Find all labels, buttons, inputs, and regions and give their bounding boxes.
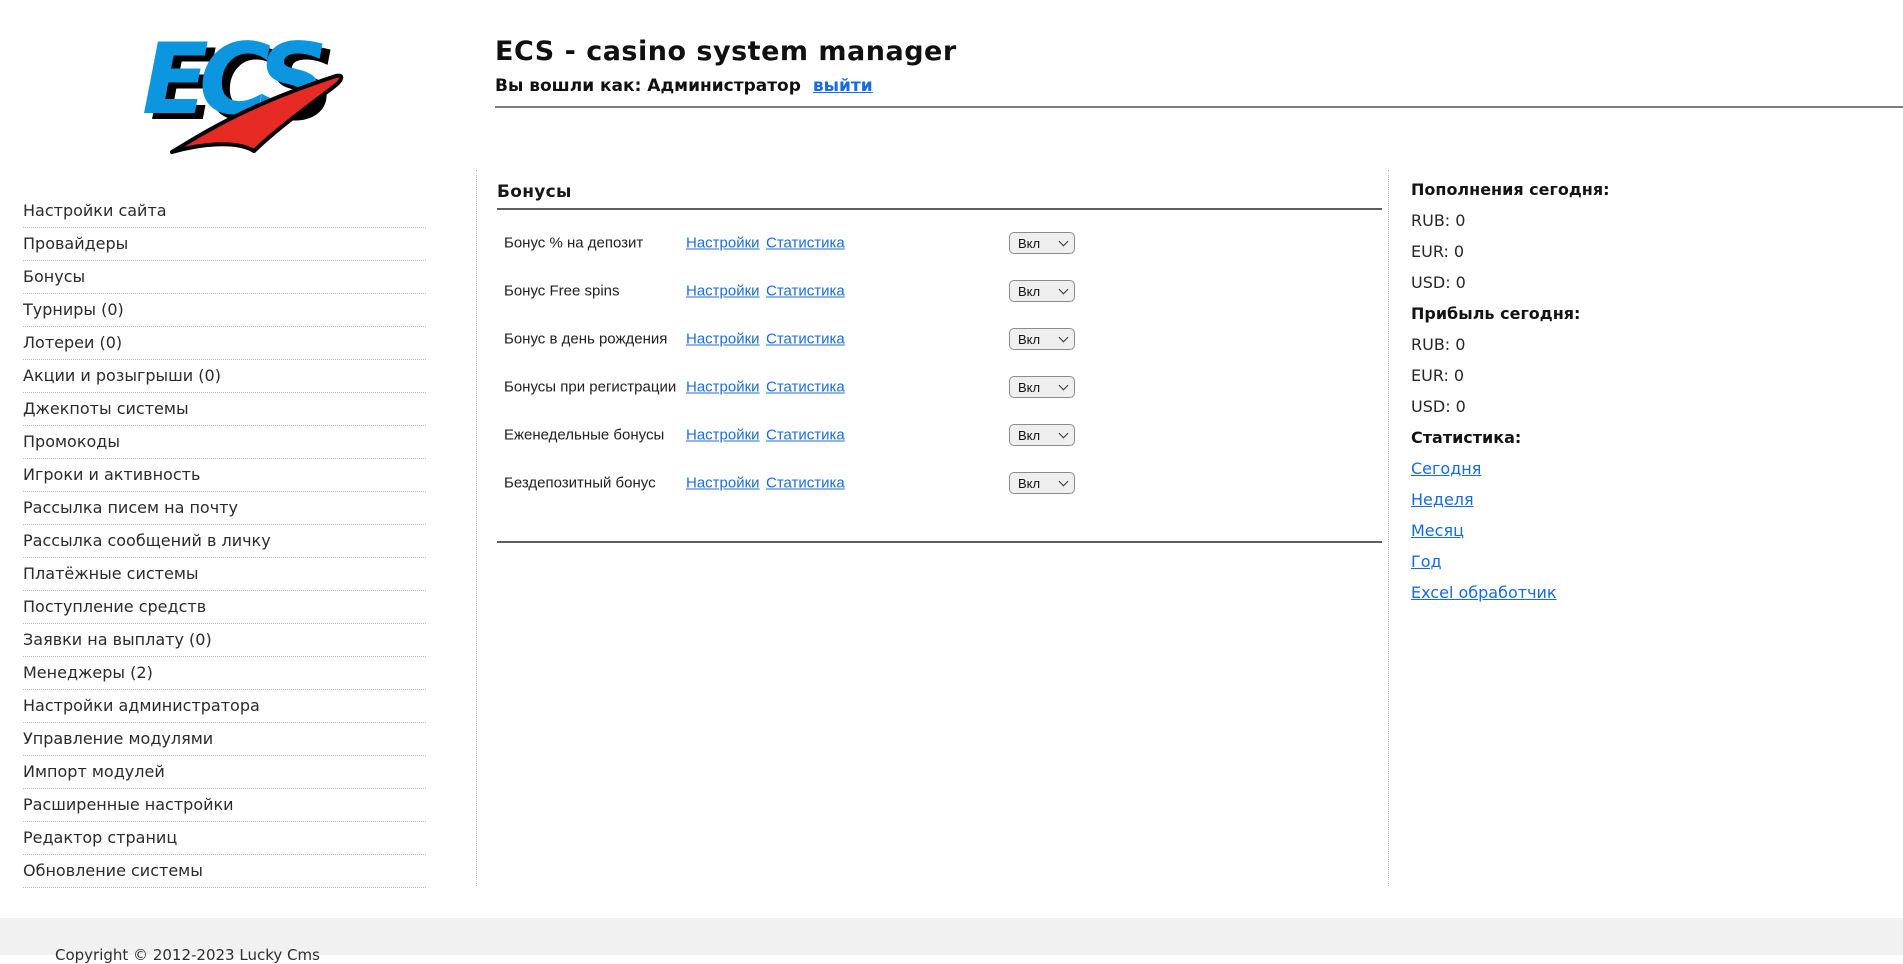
bonus-state-select-wrap: Вкл bbox=[1009, 328, 1075, 350]
ecs-logo[interactable]: ECS ECS bbox=[138, 16, 348, 156]
ecs-logo-image: ECS ECS bbox=[138, 16, 348, 156]
bonus-rows: Бонус % на депозит Настройки Статистика … bbox=[497, 219, 1388, 507]
sidebar-item-admin-settings[interactable]: Настройки администратора bbox=[23, 690, 426, 723]
sidebar-item-payout-requests[interactable]: Заявки на выплату (0) bbox=[23, 624, 426, 657]
page-title: ECS - casino system manager bbox=[495, 36, 957, 67]
logout-link[interactable]: выйти bbox=[813, 76, 873, 96]
sidebar-item-page-editor[interactable]: Редактор страниц bbox=[23, 822, 426, 855]
sidebar-item-managers[interactable]: Менеджеры (2) bbox=[23, 657, 426, 690]
sidebar-item-providers[interactable]: Провайдеры bbox=[23, 228, 426, 261]
profit-usd: USD: 0 bbox=[1411, 397, 1851, 428]
bonuses-heading: Бонусы bbox=[497, 182, 1388, 202]
bonus-state-select[interactable]: Вкл bbox=[1009, 328, 1075, 350]
deposits-usd: USD: 0 bbox=[1411, 273, 1851, 304]
bonus-row-registration: Бонусы при регистрации Настройки Статист… bbox=[497, 363, 1388, 411]
sidebar-item-lotteries[interactable]: Лотереи (0) bbox=[23, 327, 426, 360]
bonus-state-select-wrap: Вкл bbox=[1009, 232, 1075, 254]
admin-page: { "colors": { "accent_blue": "#156be4", … bbox=[0, 0, 1903, 955]
stats-panel: Пополнения сегодня: RUB: 0 EUR: 0 USD: 0… bbox=[1411, 180, 1851, 614]
bonus-label: Еженедельные бонусы bbox=[504, 427, 664, 444]
profit-rub: RUB: 0 bbox=[1411, 335, 1851, 366]
statistics-heading: Статистика: bbox=[1411, 428, 1851, 459]
bonus-row-birthday: Бонус в день рождения Настройки Статисти… bbox=[497, 315, 1388, 363]
copyright-text: Copyright © 2012-2023 Lucky Cms bbox=[55, 946, 320, 964]
settings-link[interactable]: Настройки bbox=[686, 283, 760, 300]
stats-week-link[interactable]: Неделя bbox=[1411, 490, 1474, 509]
deposits-eur: EUR: 0 bbox=[1411, 242, 1851, 273]
sidebar-item-promotions[interactable]: Акции и розыгрыши (0) bbox=[23, 360, 426, 393]
settings-link[interactable]: Настройки bbox=[686, 331, 760, 348]
bonus-state-select[interactable]: Вкл bbox=[1009, 424, 1075, 446]
sidebar-item-tournaments[interactable]: Турниры (0) bbox=[23, 294, 426, 327]
bonus-label: Бездепозитный бонус bbox=[504, 475, 656, 492]
sidebar-item-incoming-funds[interactable]: Поступление средств bbox=[23, 591, 426, 624]
sidebar-item-site-settings[interactable]: Настройки сайта bbox=[23, 195, 426, 228]
sidebar-item-private-messages[interactable]: Рассылка сообщений в личку bbox=[23, 525, 426, 558]
profit-eur: EUR: 0 bbox=[1411, 366, 1851, 397]
footer: Copyright © 2012-2023 Lucky Cms bbox=[0, 918, 1903, 955]
bonus-row-free-spins: Бонус Free spins Настройки Статистика Вк… bbox=[497, 267, 1388, 315]
settings-link[interactable]: Настройки bbox=[686, 427, 760, 444]
sidebar-item-module-import[interactable]: Импорт модулей bbox=[23, 756, 426, 789]
settings-link[interactable]: Настройки bbox=[686, 235, 760, 252]
login-status-text: Вы вошли как: Администратор bbox=[495, 76, 801, 96]
bonus-state-select-wrap: Вкл bbox=[1009, 376, 1075, 398]
statistics-link[interactable]: Статистика bbox=[766, 235, 845, 252]
stats-year-link[interactable]: Год bbox=[1411, 552, 1442, 571]
bonus-state-select[interactable]: Вкл bbox=[1009, 280, 1075, 302]
statistics-link[interactable]: Статистика bbox=[766, 331, 845, 348]
stats-month-link[interactable]: Месяц bbox=[1411, 521, 1464, 540]
sidebar-item-players-activity[interactable]: Игроки и активность bbox=[23, 459, 426, 492]
bonus-state-select-wrap: Вкл bbox=[1009, 280, 1075, 302]
bonus-row-deposit-percent: Бонус % на депозит Настройки Статистика … bbox=[497, 219, 1388, 267]
statistics-link[interactable]: Статистика bbox=[766, 475, 845, 492]
bonuses-panel: Бонусы Бонус % на депозит Настройки Стат… bbox=[476, 170, 1389, 886]
settings-link[interactable]: Настройки bbox=[686, 379, 760, 396]
bonus-label: Бонус % на депозит bbox=[504, 235, 643, 252]
bonuses-bottom-divider bbox=[497, 541, 1382, 543]
bonus-state-select-wrap: Вкл bbox=[1009, 472, 1075, 494]
sidebar-item-email-mailing[interactable]: Рассылка писем на почту bbox=[23, 492, 426, 525]
stats-excel-link[interactable]: Excel обработчик bbox=[1411, 583, 1557, 602]
bonus-row-no-deposit: Бездепозитный бонус Настройки Статистика… bbox=[497, 459, 1388, 507]
deposits-rub: RUB: 0 bbox=[1411, 211, 1851, 242]
sidebar-item-jackpots[interactable]: Джекпоты системы bbox=[23, 393, 426, 426]
login-status: Вы вошли как: Администратор выйти bbox=[495, 76, 873, 96]
sidebar-item-system-update[interactable]: Обновление системы bbox=[23, 855, 426, 888]
sidebar-item-promocodes[interactable]: Промокоды bbox=[23, 426, 426, 459]
header-divider bbox=[495, 106, 1903, 108]
bonus-state-select[interactable]: Вкл bbox=[1009, 472, 1075, 494]
statistics-link[interactable]: Статистика bbox=[766, 379, 845, 396]
deposits-today-heading: Пополнения сегодня: bbox=[1411, 180, 1851, 211]
bonus-state-select-wrap: Вкл bbox=[1009, 424, 1075, 446]
profit-today-heading: Прибыль сегодня: bbox=[1411, 304, 1851, 335]
statistics-link[interactable]: Статистика bbox=[766, 427, 845, 444]
stats-today-link[interactable]: Сегодня bbox=[1411, 459, 1481, 478]
statistics-link[interactable]: Статистика bbox=[766, 283, 845, 300]
bonus-state-select[interactable]: Вкл bbox=[1009, 376, 1075, 398]
sidebar-item-bonuses[interactable]: Бонусы bbox=[23, 261, 426, 294]
sidebar-item-payment-systems[interactable]: Платёжные системы bbox=[23, 558, 426, 591]
bonus-label: Бонусы при регистрации bbox=[504, 379, 676, 396]
bonuses-heading-divider bbox=[497, 208, 1382, 210]
sidebar-nav: Настройки сайта Провайдеры Бонусы Турнир… bbox=[23, 195, 426, 888]
settings-link[interactable]: Настройки bbox=[686, 475, 760, 492]
bonus-label: Бонус Free spins bbox=[504, 283, 620, 300]
sidebar-item-advanced-settings[interactable]: Расширенные настройки bbox=[23, 789, 426, 822]
bonus-row-weekly: Еженедельные бонусы Настройки Статистика… bbox=[497, 411, 1388, 459]
bonus-label: Бонус в день рождения bbox=[504, 331, 667, 348]
sidebar-item-module-management[interactable]: Управление модулями bbox=[23, 723, 426, 756]
bonus-state-select[interactable]: Вкл bbox=[1009, 232, 1075, 254]
